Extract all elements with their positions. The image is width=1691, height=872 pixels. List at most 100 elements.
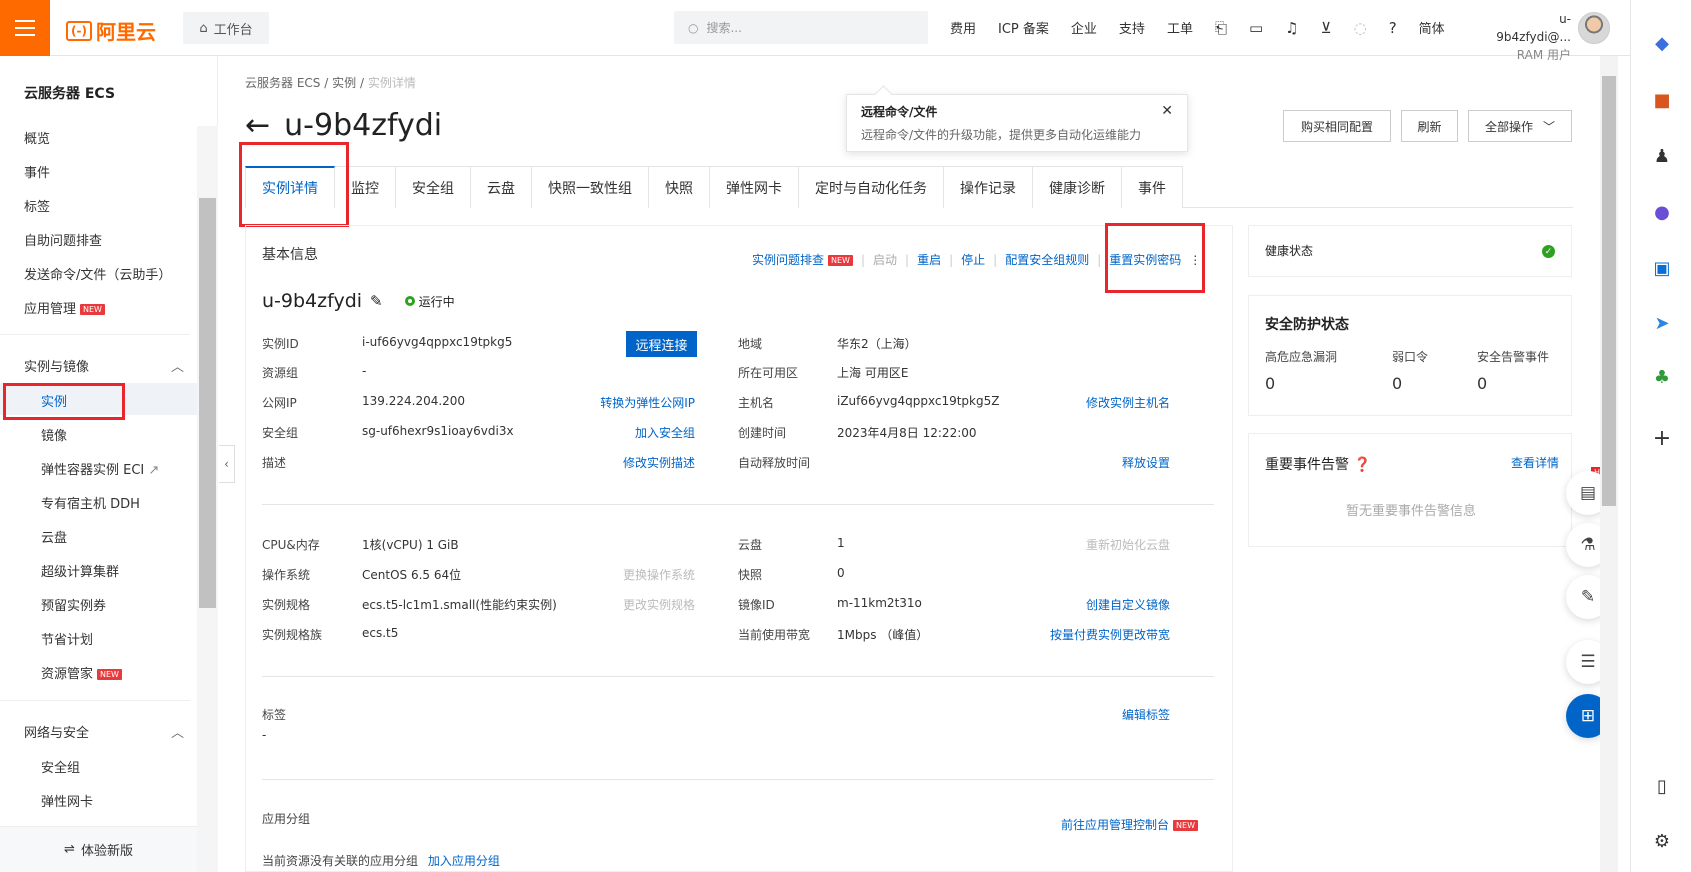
scroll-thumb[interactable] <box>1602 76 1616 506</box>
tab-security-groups[interactable]: 安全组 <box>396 166 471 208</box>
people-icon[interactable]: ♟ <box>1649 143 1675 169</box>
sidebar-item-app-management[interactable]: 应用管理 NEW <box>24 298 105 317</box>
user-info[interactable]: u-9b4zfydi@... RAM 用户 <box>1485 10 1571 64</box>
tab-scheduled-tasks[interactable]: 定时与自动化任务 <box>799 166 944 208</box>
collapse-sidebar-button[interactable]: ‹ <box>219 445 235 483</box>
tag-app-icon[interactable]: ◆ <box>1649 30 1675 56</box>
sidebar-item-images[interactable]: 镜像 <box>41 425 67 444</box>
sidebar-item-send-command[interactable]: 发送命令/文件（云助手） <box>24 264 171 283</box>
sidebar-group-instances-images[interactable]: 实例与镜像 ︿ <box>24 356 184 375</box>
tab-health-diagnosis[interactable]: 健康诊断 <box>1033 166 1122 208</box>
back-arrow-icon[interactable]: ← <box>245 108 270 143</box>
reinit-disk-link[interactable]: 重新初始化云盘 <box>1010 536 1170 553</box>
sidebar-item-eni[interactable]: 弹性网卡 <box>41 791 93 810</box>
release-settings-link[interactable]: 释放设置 <box>1040 454 1170 471</box>
aliyun-logo[interactable]: (-) 阿里云 <box>66 16 156 45</box>
sidebar-item-eci[interactable]: 弹性容器实例 ECI ↗ <box>41 459 159 478</box>
sidebar-item-overview[interactable]: 概览 <box>24 128 50 147</box>
help-icon[interactable]: ? <box>1389 19 1397 37</box>
remote-connect-button[interactable]: 远程连接 <box>626 331 697 357</box>
create-image-link[interactable]: 创建自定义镜像 <box>1010 596 1170 613</box>
copilot-icon[interactable]: ● <box>1649 199 1675 225</box>
value-resource-group: - <box>362 364 367 378</box>
sidebar-item-scc[interactable]: 超级计算集群 <box>41 561 119 580</box>
change-bandwidth-link[interactable]: 按量付费实例更改带宽 <box>1010 626 1170 643</box>
sidebar-item-savings[interactable]: 节省计划 <box>41 629 93 648</box>
breadcrumb-instances[interactable]: 实例 <box>332 76 356 90</box>
tab-disks[interactable]: 云盘 <box>471 166 532 208</box>
device-icon[interactable]: ⎗ <box>1215 19 1227 37</box>
value-high-risk: 0 <box>1265 374 1276 393</box>
scroll-thumb[interactable] <box>199 198 216 608</box>
edit-description-link[interactable]: 修改实例描述 <box>560 454 695 471</box>
outlook-icon[interactable]: ▣ <box>1649 255 1675 281</box>
menu-icon[interactable] <box>0 0 50 56</box>
help-icon[interactable]: ❓ <box>1353 457 1370 473</box>
main-scrollbar[interactable] <box>1600 56 1618 872</box>
action-config-sg-rules[interactable]: 配置安全组规则 <box>1005 251 1089 268</box>
view-details-link[interactable]: 查看详情 <box>1469 454 1559 471</box>
sidebar-item-disks[interactable]: 云盘 <box>41 527 67 546</box>
action-stop[interactable]: 停止 <box>961 251 985 268</box>
nav-icp[interactable]: ICP 备案 <box>998 18 1049 37</box>
all-actions-button[interactable]: 全部操作 ﹀ <box>1468 110 1572 142</box>
sidebar-scrollbar[interactable] <box>197 126 218 872</box>
buy-same-config-button[interactable]: 购买相同配置 <box>1283 110 1391 142</box>
bulb-icon[interactable]: ◌ <box>1354 19 1367 37</box>
send-icon[interactable]: ➤ <box>1649 310 1675 336</box>
close-icon[interactable]: ✕ <box>1161 103 1173 119</box>
sidebar-item-security-groups[interactable]: 安全组 <box>41 757 80 776</box>
sidebar-item-ddh[interactable]: 专有宿主机 DDH <box>41 493 140 512</box>
join-sg-link[interactable]: 加入安全组 <box>560 424 695 441</box>
refresh-button[interactable]: 刷新 <box>1401 110 1458 142</box>
sidebar-group-network-security[interactable]: 网络与安全 ︿ <box>24 722 184 741</box>
nav-ticket[interactable]: 工单 <box>1167 18 1193 37</box>
change-os-link[interactable]: 更换操作系统 <box>560 566 695 583</box>
convert-eip-link[interactable]: 转换为弹性公网IP <box>560 394 695 411</box>
sidebar-item-tags[interactable]: 标签 <box>24 196 50 215</box>
sidebar-item-resource-steward[interactable]: 资源管家 NEW <box>41 663 122 682</box>
value-hostname: iZuf66yvg4qppxc19tpkg5Z <box>837 394 1000 408</box>
tab-snapshots[interactable]: 快照 <box>649 166 710 208</box>
search-input[interactable]: ○ 搜索... <box>674 11 928 44</box>
toolbox-icon[interactable]: ■ <box>1649 87 1675 113</box>
sidebar-item-events[interactable]: 事件 <box>24 162 50 181</box>
value-security-group[interactable]: sg-uf6hexr9s1ioay6vdi3x <box>362 424 514 438</box>
nav-billing[interactable]: 费用 <box>950 18 976 37</box>
sidebar-item-troubleshoot[interactable]: 自助问题排查 <box>24 230 102 249</box>
panel-icon[interactable]: ▯ <box>1649 773 1675 799</box>
value-snapshots[interactable]: 0 <box>837 566 845 580</box>
tab-events[interactable]: 事件 <box>1122 166 1183 208</box>
tree-icon[interactable]: ♣ <box>1649 364 1675 390</box>
edit-icon[interactable]: ✎ <box>370 292 383 310</box>
tab-snapshot-consistency[interactable]: 快照一致性组 <box>532 166 649 208</box>
page-title-text: u-9b4zfydi <box>284 108 443 143</box>
action-troubleshoot[interactable]: 实例问题排查 NEW <box>752 251 853 268</box>
try-new-version-button[interactable]: ⇌ 体验新版 <box>0 826 197 872</box>
tab-operation-logs[interactable]: 操作记录 <box>944 166 1033 208</box>
cart-icon[interactable]: ⊻ <box>1321 19 1332 37</box>
tab-eni[interactable]: 弹性网卡 <box>710 166 799 208</box>
label-security-group: 安全组 <box>262 426 299 440</box>
bell-icon[interactable]: ♫ <box>1285 19 1298 37</box>
value-disks[interactable]: 1 <box>837 536 845 550</box>
terminal-icon[interactable]: ▭ <box>1249 19 1263 37</box>
app-console-link[interactable]: 前往应用管理控制台 NEW <box>1000 816 1198 833</box>
change-type-link[interactable]: 更改实例规格 <box>560 596 695 613</box>
value-instance-type[interactable]: ecs.t5-lc1m1.small(性能约束实例) <box>362 596 557 613</box>
breadcrumb-ecs[interactable]: 云服务器 ECS <box>245 76 320 90</box>
action-restart[interactable]: 重启 <box>917 251 941 268</box>
add-appgroup-link[interactable]: 加入应用分组 <box>428 854 500 868</box>
action-start[interactable]: 启动 <box>873 251 897 268</box>
sidebar-item-reserved[interactable]: 预留实例券 <box>41 595 106 614</box>
edit-tags-link[interactable]: 编辑标签 <box>1040 706 1170 723</box>
nav-support[interactable]: 支持 <box>1119 18 1145 37</box>
settings-icon[interactable]: ⚙ <box>1649 828 1675 854</box>
label-instance-type: 实例规格 <box>262 598 311 612</box>
nav-enterprise[interactable]: 企业 <box>1071 18 1097 37</box>
avatar[interactable] <box>1578 12 1610 44</box>
workbench-button[interactable]: ⌂ 工作台 <box>183 12 269 44</box>
edit-hostname-link[interactable]: 修改实例主机名 <box>1040 394 1170 411</box>
add-icon[interactable]: + <box>1649 425 1675 451</box>
language-switch[interactable]: 简体 <box>1419 18 1445 37</box>
